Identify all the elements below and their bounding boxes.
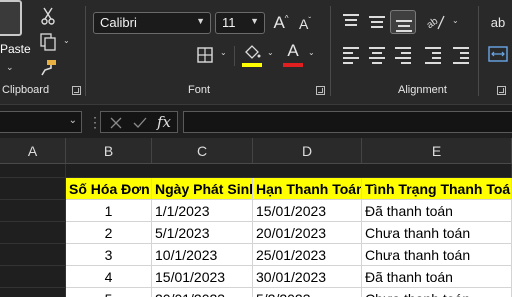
cell-a[interactable] — [0, 222, 66, 244]
paste-button[interactable]: Paste — [0, 42, 31, 56]
chevron-down-icon: ▼ — [250, 16, 259, 26]
formula-input[interactable] — [183, 111, 512, 133]
insert-function-icon[interactable]: fx — [157, 113, 171, 131]
cell-due-date[interactable]: 15/01/2023 — [253, 200, 362, 222]
header-payment-status[interactable]: Tình Trạng Thanh Toán — [362, 178, 512, 200]
alignment-launcher-icon[interactable] — [497, 86, 506, 95]
align-left-button[interactable] — [338, 42, 364, 66]
cell-a[interactable] — [0, 288, 66, 297]
chevron-down-icon: ⌄ — [68, 115, 77, 126]
font-name-combo[interactable]: Calibri ▼ — [93, 12, 211, 34]
column-header-b[interactable]: B — [66, 138, 152, 164]
cell-issue-date[interactable]: 20/01/2023 — [152, 288, 253, 297]
paste-chevron-down-icon[interactable]: ⌄ — [6, 62, 14, 73]
bottom-align-button[interactable] — [390, 10, 416, 34]
column-header-c[interactable]: C — [152, 138, 253, 164]
paste-icon[interactable] — [0, 0, 22, 36]
header-invoice-number[interactable]: Số Hóa Đơn — [66, 178, 152, 200]
wrap-text-icon: ab — [490, 14, 506, 30]
group-divider — [478, 6, 479, 96]
formula-actions: fx — [100, 111, 178, 133]
divider — [234, 46, 235, 66]
font-size-value: 11 — [222, 15, 236, 30]
orientation-chevron-down-icon[interactable]: ⌄ — [452, 16, 459, 25]
spreadsheet-grid: A B C D E Số Hóa Đơn Ngày Phát Sinh Hạn … — [0, 138, 512, 297]
cell-invoice-number[interactable]: 2 — [66, 222, 152, 244]
column-header-a[interactable]: A — [0, 138, 66, 164]
column-header-e[interactable]: E — [362, 138, 512, 164]
header-issue-date[interactable]: Ngày Phát Sinh — [152, 178, 253, 200]
align-right-button[interactable] — [390, 42, 416, 66]
cell-invoice-number[interactable]: 4 — [66, 266, 152, 288]
clipboard-group-label: Clipboard — [2, 84, 50, 96]
font-launcher-icon[interactable] — [316, 86, 325, 95]
cell-due-date[interactable]: 5/2/2023 — [253, 288, 362, 297]
column-header-d[interactable]: D — [253, 138, 362, 164]
cell-due-date[interactable]: 20/01/2023 — [253, 222, 362, 244]
merge-center-icon[interactable] — [486, 42, 510, 66]
orientation-icon[interactable]: ab — [420, 10, 450, 34]
increase-indent-button[interactable] — [448, 42, 474, 66]
group-divider — [85, 6, 86, 96]
font-color-swatch — [283, 63, 303, 67]
cell-payment-status[interactable]: Đã thanh toán — [362, 266, 512, 288]
cell-due-date[interactable]: 25/01/2023 — [253, 244, 362, 266]
wrap-text-button[interactable]: ab — [486, 10, 510, 34]
align-center-button[interactable] — [364, 42, 390, 66]
borders-icon[interactable] — [194, 44, 216, 66]
cell-a-header[interactable] — [0, 178, 66, 200]
cell-a[interactable] — [0, 266, 66, 288]
font-group-label: Font — [188, 84, 211, 96]
copy-icon[interactable] — [38, 32, 58, 52]
cell-a[interactable] — [0, 200, 66, 222]
cell-invoice-number[interactable]: 1 — [66, 200, 152, 222]
cut-icon[interactable] — [38, 6, 58, 26]
cell-blank[interactable] — [66, 164, 512, 178]
shrink-font-icon: A — [298, 16, 309, 32]
cell-invoice-number[interactable]: 5 — [66, 288, 152, 297]
header-due-date[interactable]: Hạn Thanh Toán — [253, 178, 362, 200]
cell-payment-status[interactable]: Chưa thanh toán — [362, 222, 512, 244]
borders-chevron-down-icon[interactable]: ⌄ — [220, 48, 227, 57]
copy-chevron-down-icon[interactable]: ⌄ — [63, 36, 70, 45]
font-color-icon[interactable]: A — [283, 40, 303, 62]
cell-payment-status[interactable]: Chưa thanh toán — [362, 244, 512, 266]
chevron-down-icon: ▼ — [196, 16, 205, 26]
grow-font-button[interactable]: A ^ — [271, 12, 291, 34]
font-size-combo[interactable]: 11 ▼ — [215, 12, 265, 34]
name-box[interactable]: ⌄ — [0, 111, 82, 133]
cell-blank[interactable] — [0, 164, 66, 178]
format-painter-icon[interactable] — [38, 58, 58, 78]
cell-invoice-number[interactable]: 3 — [66, 244, 152, 266]
ribbon: Paste ⌄ ⌄ Clipboard Calibri ▼ 11 ▼ A ^ Aˇ… — [0, 0, 512, 104]
cell-payment-status[interactable]: Đã thanh toán — [362, 200, 512, 222]
decrease-indent-button[interactable] — [420, 42, 446, 66]
grow-font-icon: A — [273, 13, 285, 32]
top-align-button[interactable] — [338, 10, 364, 34]
cell-payment-status[interactable]: Chưa thanh toán — [362, 288, 512, 297]
fill-color-chevron-down-icon[interactable]: ⌄ — [267, 48, 274, 57]
cell-issue-date[interactable]: 10/1/2023 — [152, 244, 253, 266]
group-divider — [330, 6, 331, 96]
middle-align-button[interactable] — [364, 10, 390, 34]
clipboard-launcher-icon[interactable] — [72, 86, 81, 95]
font-color-chevron-down-icon[interactable]: ⌄ — [308, 48, 315, 57]
shrink-font-button[interactable]: Aˇ — [295, 14, 315, 34]
cell-issue-date[interactable]: 5/1/2023 — [152, 222, 253, 244]
fill-color-swatch — [242, 63, 262, 67]
font-name-value: Calibri — [100, 15, 137, 30]
cell-due-date[interactable]: 30/01/2023 — [253, 266, 362, 288]
cell-issue-date[interactable]: 15/01/2023 — [152, 266, 253, 288]
cell-a[interactable] — [0, 244, 66, 266]
enter-icon[interactable] — [131, 114, 149, 132]
alignment-group-label: Alignment — [398, 84, 447, 96]
formula-bar: ⌄ ⋮ fx — [0, 104, 512, 138]
cell-issue-date[interactable]: 1/1/2023 — [152, 200, 253, 222]
cancel-icon[interactable] — [107, 114, 125, 132]
fill-color-icon[interactable] — [242, 42, 262, 62]
